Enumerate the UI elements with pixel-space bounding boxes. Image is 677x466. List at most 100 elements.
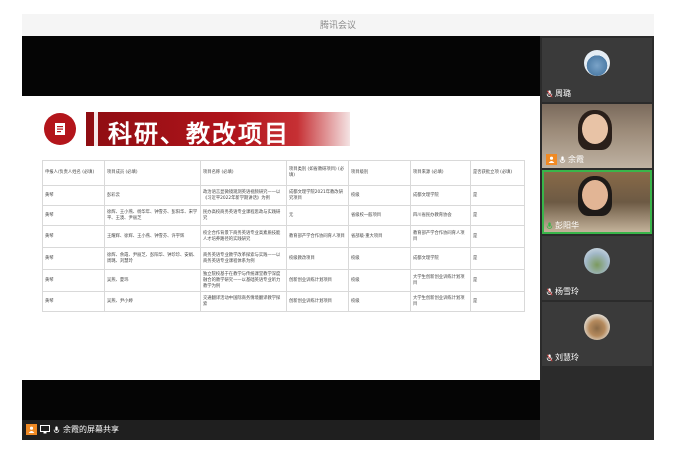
- table-cell: 教育部产学合作协同育人项目: [286, 225, 349, 248]
- video-feed-face: [582, 114, 608, 144]
- table-cell: 省部级·重大项目: [348, 225, 411, 248]
- column-header: 项目级别: [348, 160, 411, 186]
- mic-icon: [546, 89, 553, 97]
- table-cell: 是: [470, 291, 525, 312]
- participant-name: 余霞: [568, 155, 584, 164]
- host-icon: [546, 154, 557, 165]
- column-header: 是否获批立项 (必填): [470, 160, 525, 186]
- table-cell: 大学生创新创业训练计划项目: [410, 291, 471, 312]
- participant-name: 刘慧玲: [555, 353, 579, 362]
- table-cell: 黄琴: [42, 291, 105, 312]
- table-row: 黄琴 彭彩云 政治语言显微镜观测英语视频研究——以《习近平2022年新学期讲话》…: [42, 185, 525, 206]
- participant-tile[interactable]: 刘慧玲: [542, 302, 652, 366]
- participant-name-tag: 杨雪玲: [546, 286, 579, 297]
- title-bar: 腾讯会议: [22, 14, 654, 37]
- table-cell: 成都文理学院2021年教改研究项目: [286, 185, 349, 206]
- table-cell: 交通翻译活动中国际商务情境翻译教学探索: [200, 291, 287, 312]
- table-cell: 王耀辉、徐辉、王小燕、钟雪芬、许宇辉: [104, 225, 201, 248]
- table-cell: 徐辉、余霞、尹丽芝、彭阳华、钟珍珍、安娟、周璐、刘慧玲: [104, 247, 201, 270]
- table-cell: 校级: [348, 247, 411, 270]
- table-cell: 校级: [348, 291, 411, 312]
- slide-logo-icon: [44, 113, 76, 145]
- participant-tile[interactable]: 彭阳华: [542, 170, 652, 234]
- table-cell: 是: [470, 205, 525, 226]
- table-cell: 吴燕、尹小婷: [104, 291, 201, 312]
- table-cell: 徐辉、王小燕、杨华年、钟雪芬、彭阳华、宋学平、王澳、尹丽芝: [104, 205, 201, 226]
- avatar: [584, 248, 610, 274]
- avatar: [584, 50, 610, 76]
- table-cell: 是: [470, 269, 525, 292]
- table-cell: 成都文理学院: [410, 185, 471, 206]
- table-cell: 校级: [348, 185, 411, 206]
- participant-name-tag: 余霞: [546, 154, 584, 165]
- column-header: 申报人/负责人姓名 (必填): [42, 160, 105, 186]
- host-icon: [26, 424, 37, 435]
- slide-title: 科研、教改项目: [108, 120, 290, 148]
- table-cell: 民办高校商务英语专业课程思政与实践研究: [200, 205, 287, 226]
- table-cell: 商务英语专业教学改革探索与实践——以商务英语专业课程体系为例: [200, 247, 287, 270]
- participant-name: 周璐: [555, 89, 571, 98]
- table-cell: 黄琴: [42, 247, 105, 270]
- table-cell: 是: [470, 185, 525, 206]
- table-row: 黄琴 徐辉、王小燕、杨华年、钟雪芬、彭阳华、宋学平、王澳、尹丽芝 民办高校商务英…: [42, 205, 525, 226]
- participant-gallery: 周璐 余霞 彭阳华 杨雪玲 刘慧玲: [540, 36, 654, 440]
- table-cell: 黄琴: [42, 269, 105, 292]
- table-cell: 校企合作背景下商务英语专业高素质技能人才培养路径的实践研究: [200, 225, 287, 248]
- table-header-row: 申报人/负责人姓名 (必填) 项目成员 (必填) 项目名称 (必填) 项目类别 …: [42, 160, 525, 186]
- meeting-window: 腾讯会议 科研、教改项目 申报人/负责人姓名 (必填) 项目成员 (必填) 项目…: [22, 14, 654, 440]
- participant-name-tag: 彭阳华: [546, 220, 579, 231]
- table-cell: 大学生创新创业训练计划项目: [410, 269, 471, 292]
- screen-share-area[interactable]: 科研、教改项目 申报人/负责人姓名 (必填) 项目成员 (必填) 项目名称 (必…: [22, 36, 540, 420]
- column-header: 项目名称 (必填): [200, 160, 287, 186]
- shared-slide: 科研、教改项目 申报人/负责人姓名 (必填) 项目成员 (必填) 项目名称 (必…: [22, 96, 540, 380]
- table-cell: 是: [470, 247, 525, 270]
- participant-tile[interactable]: 余霞: [542, 104, 652, 168]
- share-owner-label: 余霞的屏幕共享: [26, 424, 119, 435]
- banner-stripe: [94, 112, 98, 146]
- screen-share-icon: [40, 425, 50, 434]
- table-cell: 四川省民办教育协会: [410, 205, 471, 226]
- mic-icon: [559, 155, 566, 163]
- table-cell: 创新创业训练计划项目: [286, 269, 349, 292]
- column-header: 项目类别 (如省教研项目) (必填): [286, 160, 349, 186]
- table-cell: 黄琴: [42, 205, 105, 226]
- table-cell: 黄琴: [42, 185, 105, 206]
- participant-tile[interactable]: 杨雪玲: [542, 236, 652, 300]
- column-header: 项目来源 (必填): [410, 160, 471, 186]
- table-cell: 彭彩云: [104, 185, 201, 206]
- mic-icon: [546, 353, 553, 361]
- table-row: 黄琴 徐辉、余霞、尹丽芝、彭阳华、钟珍珍、安娟、周璐、刘慧玲 商务英语专业教学改…: [42, 247, 525, 270]
- window-title: 腾讯会议: [319, 21, 356, 31]
- table-cell: 独立院校基于在教学与传统课堂教学深度融合的教学研究——以基础英语专业听力教学为例: [200, 269, 287, 292]
- share-status-bar: 余霞的屏幕共享: [22, 420, 540, 440]
- table-cell: 创新创业训练计划项目: [286, 291, 349, 312]
- participant-tile[interactable]: 周璐: [542, 38, 652, 102]
- participant-name: 彭阳华: [555, 221, 579, 230]
- mic-icon: [546, 287, 553, 295]
- table-cell: 无: [286, 205, 349, 226]
- share-owner-text: 余霞的屏幕共享: [63, 425, 119, 434]
- table-cell: 是: [470, 225, 525, 248]
- table-cell: 教育部产学合作协同育人项目: [410, 225, 471, 248]
- table-cell: 校级教改项目: [286, 247, 349, 270]
- slide-header: 科研、教改项目: [44, 112, 350, 148]
- mic-icon: [53, 425, 60, 433]
- column-header: 项目成员 (必填): [104, 160, 201, 186]
- video-feed-face: [582, 180, 608, 210]
- participant-name: 杨雪玲: [555, 287, 579, 296]
- table-cell: 校级: [348, 269, 411, 292]
- projects-table: 申报人/负责人姓名 (必填) 项目成员 (必填) 项目名称 (必填) 项目类别 …: [42, 160, 525, 312]
- avatar: [584, 314, 610, 340]
- table-cell: 吴燕、夏玮: [104, 269, 201, 292]
- participant-name-tag: 刘慧玲: [546, 352, 579, 363]
- table-row: 黄琴 吴燕、尹小婷 交通翻译活动中国际商务情境翻译教学探索 创新创业训练计划项目…: [42, 291, 525, 312]
- table-cell: 黄琴: [42, 225, 105, 248]
- slide-title-banner: 科研、教改项目: [86, 112, 350, 148]
- participant-name-tag: 周璐: [546, 88, 571, 99]
- table-cell: 成都文理学院: [410, 247, 471, 270]
- table-row: 黄琴 吴燕、夏玮 独立院校基于在教学与传统课堂教学深度融合的教学研究——以基础英…: [42, 269, 525, 292]
- table-row: 黄琴 王耀辉、徐辉、王小燕、钟雪芬、许宇辉 校企合作背景下商务英语专业高素质技能…: [42, 225, 525, 248]
- mic-icon: [546, 221, 553, 229]
- table-cell: 省级校一般项目: [348, 205, 411, 226]
- table-cell: 政治语言显微镜观测英语视频研究——以《习近平2022年新学期讲话》为例: [200, 185, 287, 206]
